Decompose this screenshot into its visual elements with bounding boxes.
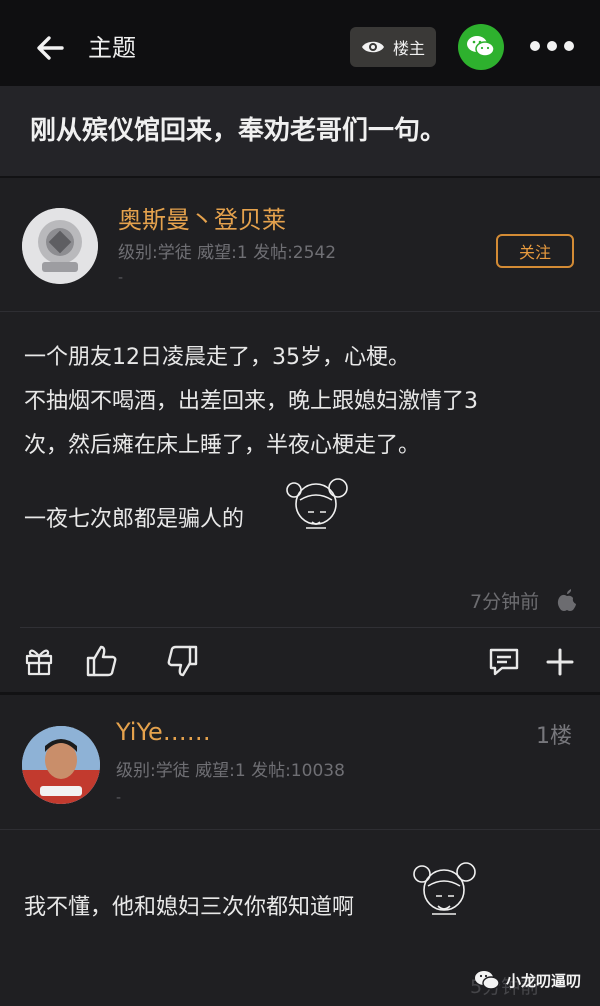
owner-only-button[interactable]: 楼主	[350, 27, 436, 67]
post-closing-line: 一夜七次郎都是骗人的	[24, 507, 245, 532]
follow-button[interactable]: 关注	[496, 234, 574, 268]
divider	[20, 627, 600, 628]
username[interactable]: 奥斯曼丶登贝莱	[118, 200, 286, 235]
plus-icon[interactable]	[546, 648, 574, 676]
watermark: 小龙叨逼叨	[474, 964, 581, 996]
thread-title: 刚从殡仪馆回来，奉劝老哥们一句。	[30, 116, 447, 146]
wechat-icon	[475, 971, 500, 990]
top-bar: 主题 楼主	[0, 0, 600, 86]
floor-number: 1楼	[536, 724, 572, 749]
username[interactable]: YiYe……	[116, 718, 211, 746]
divider	[0, 692, 600, 695]
avatar[interactable]	[22, 726, 100, 804]
arrow-left-icon[interactable]	[32, 28, 72, 68]
anime-sticker-icon	[286, 478, 348, 529]
apple-icon	[557, 589, 576, 611]
post-line: 一个朋友12日凌晨走了，35岁，心梗。	[24, 345, 410, 370]
post-body: 一个朋友12日凌晨走了，35岁，心梗。 不抽烟不喝酒，出差回来，晚上跟媳妇激情了…	[24, 336, 478, 468]
user-signature: -	[118, 270, 124, 286]
gift-icon[interactable]	[24, 646, 54, 676]
more-dots-icon[interactable]	[528, 38, 576, 54]
post-time: 7分钟前	[470, 591, 540, 613]
divider	[0, 311, 600, 312]
watermark-label: 小龙叨逼叨	[506, 971, 582, 990]
page-title: 主题	[88, 34, 136, 62]
eye-icon	[361, 41, 384, 53]
comment-icon[interactable]	[488, 646, 520, 678]
wechat-icon	[467, 36, 495, 57]
thumbs-down-icon[interactable]	[166, 644, 198, 678]
thumbs-up-icon[interactable]	[86, 644, 118, 678]
user-meta: 级别:学徒 威望:1 发帖:2542	[118, 243, 337, 263]
wechat-share-button[interactable]	[458, 24, 504, 70]
divider	[0, 829, 600, 830]
post-line: 不抽烟不喝酒，出差回来，晚上跟媳妇激情了3	[24, 389, 478, 414]
divider	[0, 176, 600, 178]
user-meta: 级别:学徒 威望:1 发帖:10038	[116, 761, 345, 781]
user-signature: -	[116, 790, 122, 806]
avatar[interactable]	[22, 208, 98, 284]
owner-only-label: 楼主	[392, 39, 425, 58]
post-body: 我不懂，他和媳妇三次你都知道啊	[24, 895, 355, 920]
anime-sticker-icon	[413, 862, 476, 915]
diving-helmet-icon	[22, 208, 98, 284]
thread-header: 刚从殡仪馆回来，奉劝老哥们一句。	[0, 86, 600, 176]
post-line: 次，然后瘫在床上睡了，半夜心梗走了。	[24, 433, 421, 458]
user-photo-icon	[22, 726, 100, 804]
